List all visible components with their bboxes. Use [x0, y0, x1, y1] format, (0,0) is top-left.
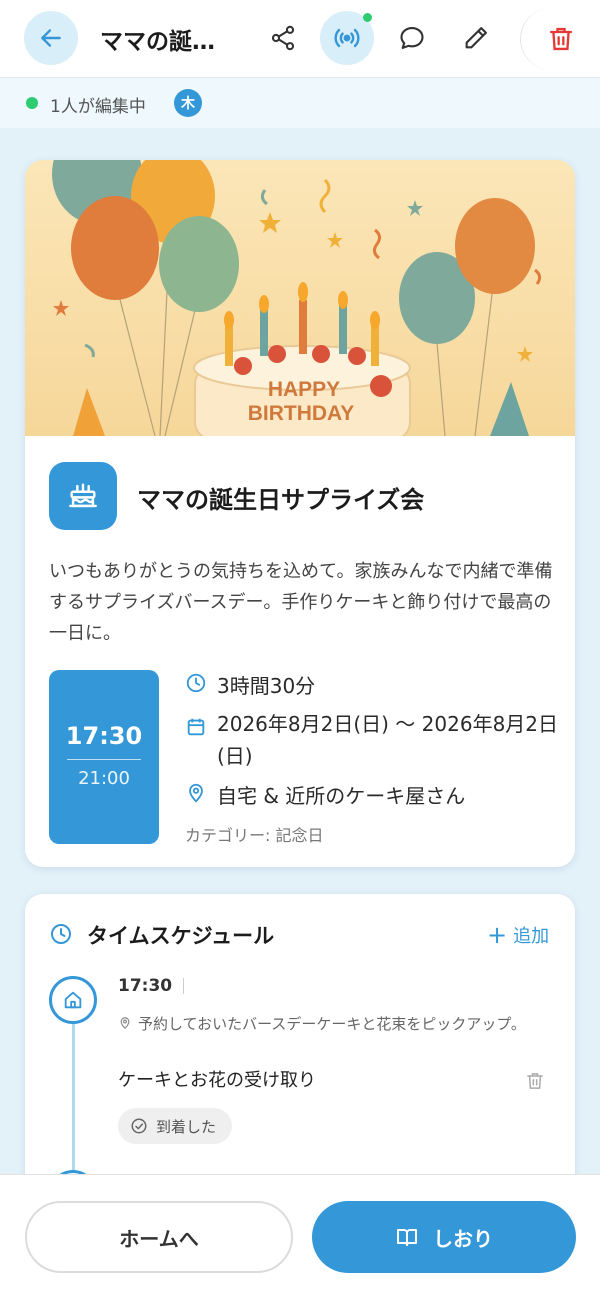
broadcast-icon: [334, 28, 360, 48]
schedule-item-name: ケーキとお花の受け取り: [118, 1070, 316, 1091]
balloon-orange: [71, 196, 159, 300]
collaborator-bar: 1人が編集中 木: [0, 78, 600, 128]
start-time: 17:30: [65, 722, 143, 750]
duration-text: 3時間30分: [217, 674, 316, 698]
share-icon: [271, 25, 295, 51]
balloon-green: [159, 216, 239, 312]
hero-text-birthday: BIRTHDAY: [248, 402, 355, 425]
comment-button[interactable]: [388, 14, 436, 62]
schedule-item-time: 17:30: [118, 976, 173, 996]
cake-icon: [69, 483, 97, 508]
hero-text-happy: HAPPY: [268, 378, 340, 401]
arrived-label: 到着した: [156, 1117, 217, 1136]
online-status-dot: [26, 97, 38, 109]
home-button-label: ホームへ: [119, 1226, 199, 1251]
home-icon: [64, 991, 82, 1009]
event-description: いつもありがとうの気持ちを込めて。家族みんなで内緒で準備するサプライズバースデー…: [49, 561, 553, 644]
app-header: ママの誕…: [0, 0, 600, 78]
add-label: 追加: [513, 926, 550, 947]
map-pin-icon: [120, 1017, 130, 1030]
duration-row: 3時間30分: [185, 670, 315, 702]
bottom-action-bar: ホームへ しおり: [0, 1174, 600, 1298]
clock-icon: [51, 924, 71, 944]
chat-bubble-icon: [400, 27, 424, 49]
date-row: 2026年8月2日(日) 〜 2026年8月2日(日): [185, 708, 565, 772]
event-type-icon-badge: [49, 462, 117, 530]
live-indicator-dot: [363, 13, 372, 22]
time-divider: [67, 759, 141, 760]
editing-status-text: 1人が編集中: [50, 97, 146, 117]
share-button[interactable]: [259, 14, 307, 62]
time-range-box: 17:30 21:00: [49, 670, 159, 844]
trash-icon: [549, 27, 572, 51]
time-separator: [183, 978, 184, 994]
arrived-status-chip[interactable]: 到着した: [118, 1108, 233, 1144]
page-title: ママの誕…: [100, 29, 215, 55]
plus-icon: +: [487, 921, 508, 949]
delete-button[interactable]: [520, 8, 600, 70]
collaborator-avatar[interactable]: 木: [174, 89, 202, 117]
edit-button[interactable]: [452, 14, 500, 62]
clock-icon: [186, 673, 206, 693]
add-schedule-button[interactable]: + 追加: [487, 922, 549, 948]
pencil-icon: [465, 27, 487, 49]
birthday-hero-image: HAPPY BIRTHDAY: [25, 160, 575, 436]
back-button[interactable]: [24, 11, 78, 65]
category-label: カテゴリー: 記念日: [185, 826, 324, 845]
location-text: 自宅 & 近所のケーキ屋さん: [217, 784, 466, 808]
event-title: ママの誕生日サプライズ会: [137, 486, 425, 514]
balloon-orange-right: [455, 198, 535, 294]
guide-button-label: しおり: [433, 1226, 493, 1251]
arrow-left-icon: [41, 29, 61, 47]
home-button[interactable]: ホームへ: [25, 1201, 293, 1273]
event-card: HAPPY BIRTHDAY ママの誕生日サプライズ会 いつもありがとうの気持ち…: [25, 160, 575, 867]
timeline-node: [49, 976, 97, 1024]
date-range-text: 2026年8月2日(日) 〜 2026年8月2日(日): [217, 712, 559, 768]
location-row: 自宅 & 近所のケーキ屋さん: [185, 780, 465, 812]
schedule-item-note: 予約しておいたバースデーケーキと花束をピックアップ。: [118, 1012, 548, 1036]
book-icon: [397, 1229, 417, 1246]
calendar-icon: [187, 718, 205, 736]
schedule-title: タイムスケジュール: [87, 924, 275, 948]
schedule-item-note-text: 予約しておいたバースデーケーキと花束をピックアップ。: [138, 1015, 526, 1033]
trash-icon[interactable]: [525, 1070, 545, 1092]
map-pin-icon: [189, 783, 203, 803]
guide-button[interactable]: しおり: [312, 1201, 576, 1273]
check-circle-icon: [131, 1118, 147, 1134]
end-time: 21:00: [78, 768, 130, 789]
